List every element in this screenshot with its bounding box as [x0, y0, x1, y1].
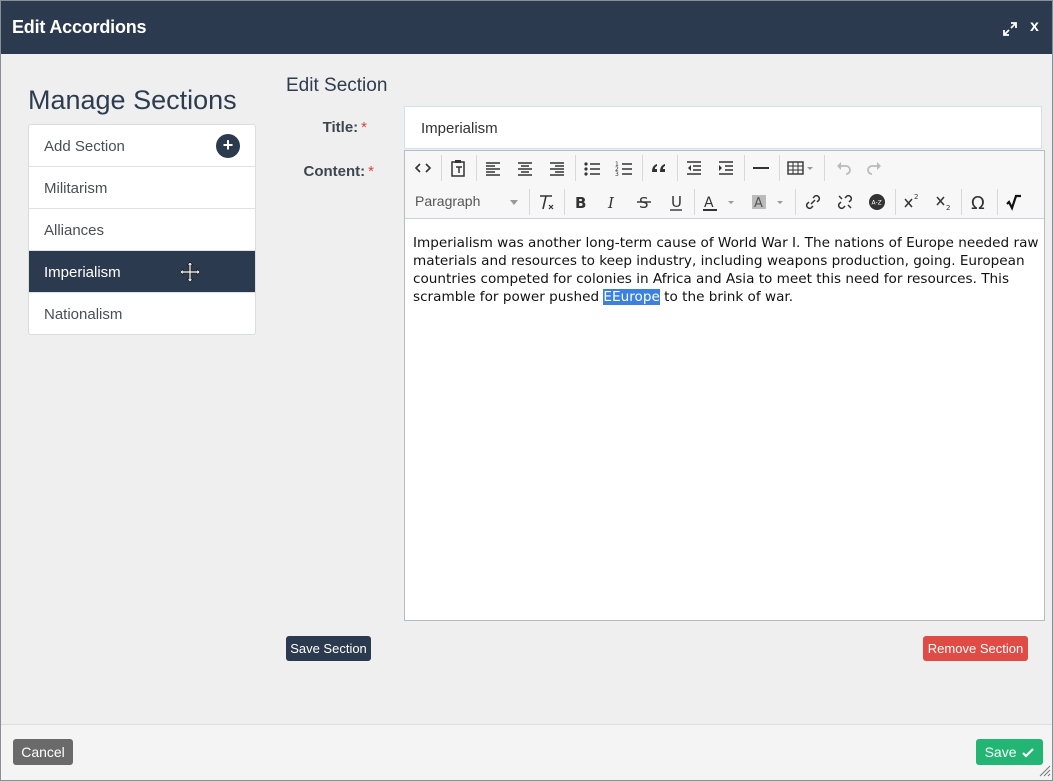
superscript-icon[interactable]: 2 [897, 188, 925, 216]
required-mark: * [361, 119, 367, 136]
italic-icon[interactable]: I [598, 188, 626, 216]
section-item-alliances[interactable]: Alliances [29, 209, 255, 251]
manage-sections-heading: Manage Sections [28, 85, 237, 115]
numbered-list-icon[interactable]: 123 [610, 154, 638, 182]
link-icon[interactable] [799, 188, 827, 216]
svg-text:Ω: Ω [971, 193, 985, 214]
svg-text:A: A [704, 195, 714, 211]
section-item-label: Militarism [44, 180, 108, 197]
remove-section-button[interactable]: Remove Section [923, 636, 1028, 661]
indent-icon[interactable] [712, 154, 740, 182]
expand-icon[interactable] [1002, 21, 1018, 37]
title-label-text: Title: [322, 119, 359, 136]
undo-icon[interactable] [829, 154, 857, 182]
dialog-footer: Cancel Save [1, 724, 1052, 780]
toolbar-separator [694, 189, 695, 215]
bullet-list-icon[interactable] [578, 154, 606, 182]
subscript-icon[interactable]: 2 [929, 188, 957, 216]
section-item-militarism[interactable]: Militarism [29, 167, 255, 209]
svg-text:2: 2 [914, 193, 918, 201]
background-color-icon[interactable]: A [747, 188, 787, 216]
toolbar-row-1: 123 [405, 151, 1044, 185]
move-cursor-icon [179, 261, 201, 283]
check-icon [1022, 748, 1035, 758]
strikethrough-icon[interactable]: S [630, 188, 658, 216]
blockquote-icon[interactable] [645, 154, 673, 182]
section-item-label: Nationalism [44, 306, 123, 323]
toolbar-separator [642, 155, 643, 181]
toolbar-separator [529, 189, 530, 215]
outdent-icon[interactable] [680, 154, 708, 182]
toolbar-separator [441, 155, 442, 181]
svg-text:S: S [639, 194, 649, 212]
svg-text:B: B [575, 194, 586, 212]
toolbar-separator [961, 189, 962, 215]
svg-text:U: U [671, 193, 682, 211]
section-list: Add Section + Militarism Alliances Imper… [28, 124, 256, 335]
math-equation-icon[interactable] [1000, 188, 1028, 216]
paste-text-icon[interactable] [444, 154, 472, 182]
paragraph-select[interactable]: Paragraph [415, 193, 525, 209]
section-item-add[interactable]: Add Section + [29, 125, 255, 167]
toolbar-separator [677, 155, 678, 181]
close-button[interactable]: x [1030, 18, 1039, 36]
svg-text:A-Z: A-Z [872, 200, 882, 207]
text-color-icon[interactable]: A [698, 188, 738, 216]
edit-section-heading: Edit Section [286, 75, 388, 96]
rich-text-editor: 123 Paragraph B I S U A A A-Z 2 2 Ω Impe… [404, 150, 1045, 621]
save-section-button[interactable]: Save Section [286, 636, 371, 661]
edit-accordions-dialog: Edit Accordions x Manage Sections Add Se… [0, 0, 1053, 781]
table-icon[interactable] [783, 154, 819, 182]
bold-icon[interactable]: B [566, 188, 594, 216]
toolbar-separator [997, 189, 998, 215]
content-text-end: to the brink of war. [659, 289, 794, 305]
section-item-label: Imperialism [44, 264, 121, 281]
align-right-icon[interactable] [543, 154, 571, 182]
cancel-button[interactable]: Cancel [13, 739, 73, 765]
toolbar-separator [575, 155, 576, 181]
toolbar-separator [476, 155, 477, 181]
dialog-titlebar: Edit Accordions x [1, 1, 1052, 54]
editor-content[interactable]: Imperialism was another long-term cause … [413, 234, 1039, 306]
dialog-title: Edit Accordions [12, 17, 147, 37]
editor-toolbar: 123 Paragraph B I S U A A A-Z 2 2 Ω [405, 151, 1044, 219]
svg-text:A: A [754, 196, 763, 211]
toolbar-separator [564, 189, 565, 215]
paragraph-select-value: Paragraph [415, 193, 481, 209]
content-label-text: Content: [303, 163, 366, 180]
required-mark: * [368, 163, 374, 180]
toolbar-separator [744, 155, 745, 181]
selected-text: EEurope [603, 289, 660, 305]
section-item-label: Alliances [44, 222, 105, 239]
svg-text:I: I [607, 194, 615, 212]
add-section-button[interactable]: + [216, 134, 240, 158]
unlink-icon[interactable] [831, 188, 859, 216]
horizontal-rule-icon[interactable] [747, 154, 775, 182]
align-left-icon[interactable] [479, 154, 507, 182]
chevron-down-icon [510, 199, 519, 205]
save-button[interactable]: Save [976, 739, 1043, 765]
clear-formatting-icon[interactable] [532, 188, 560, 216]
underline-icon[interactable]: U [662, 188, 690, 216]
align-center-icon[interactable] [511, 154, 539, 182]
resize-handle-icon[interactable] [1037, 763, 1051, 777]
content-label: Content: * [294, 163, 375, 180]
toolbar-separator [895, 189, 896, 215]
redo-icon[interactable] [861, 154, 889, 182]
toolbar-separator [779, 155, 780, 181]
section-item-label: Add Section [44, 138, 125, 155]
toolbar-separator [824, 155, 825, 181]
svg-text:2: 2 [946, 204, 950, 212]
save-button-label: Save [984, 744, 1017, 760]
toolbar-separator [795, 189, 796, 215]
svg-text:3: 3 [615, 171, 619, 178]
toolbar-row-2: Paragraph B I S U A A A-Z 2 2 Ω [405, 185, 1044, 219]
glossary-icon[interactable]: A-Z [863, 188, 891, 216]
source-code-icon[interactable] [409, 154, 437, 182]
title-input[interactable]: Imperialism [404, 106, 1042, 149]
section-item-nationalism[interactable]: Nationalism [29, 293, 255, 334]
special-character-icon[interactable]: Ω [965, 188, 993, 216]
title-label: Title: * [287, 119, 367, 136]
section-item-imperialism[interactable]: Imperialism [29, 251, 255, 293]
